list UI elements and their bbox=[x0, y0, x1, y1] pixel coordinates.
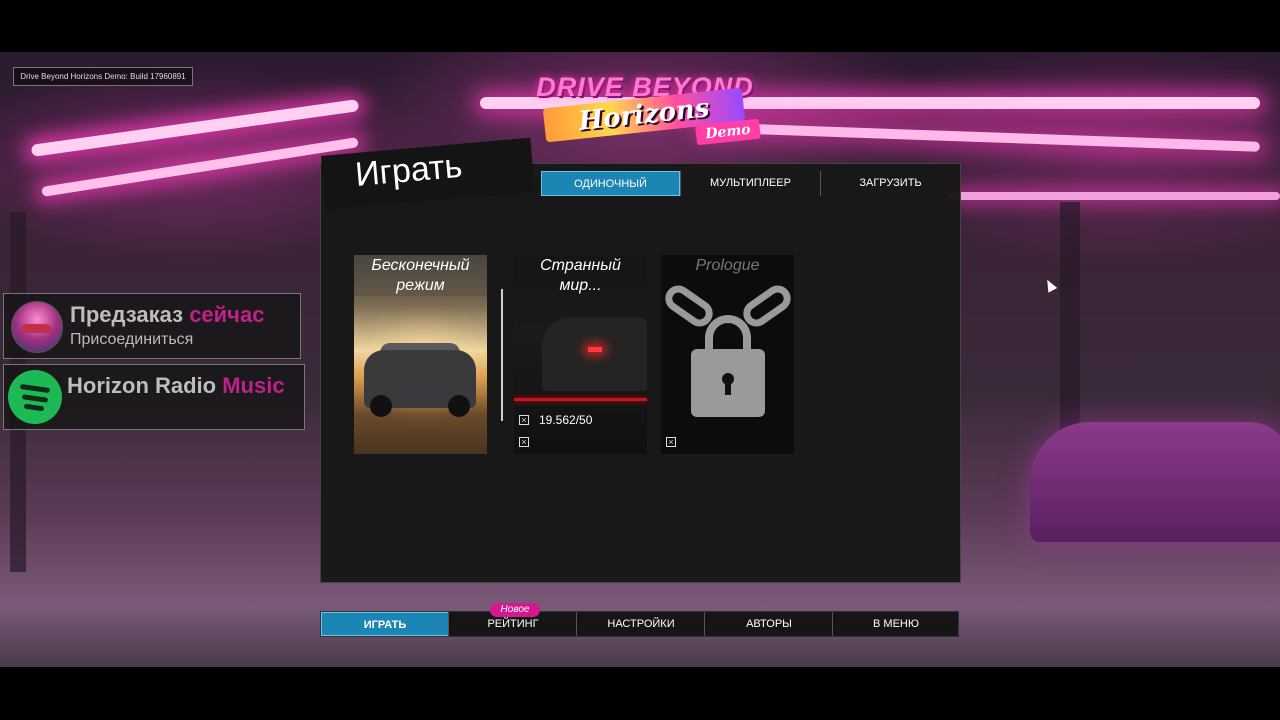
card-label: Бесконечный режим bbox=[354, 255, 487, 296]
close-box-icon: × bbox=[519, 415, 529, 425]
spotify-icon bbox=[8, 370, 62, 424]
menu-main-menu[interactable]: В МЕНЮ bbox=[832, 612, 960, 636]
tab-load[interactable]: ЗАГРУЗИТЬ bbox=[821, 171, 960, 196]
radio-title: Horizon Radio Music bbox=[67, 373, 285, 398]
mode-card-strange-world[interactable]: Странный мир... × 19.562/50 × bbox=[514, 255, 647, 454]
radio-promo[interactable]: Horizon Radio Music bbox=[3, 364, 305, 430]
mode-card-endless[interactable]: Бесконечный режим bbox=[354, 255, 487, 454]
card-divider bbox=[501, 289, 503, 421]
tab-multiplayer[interactable]: МУЛЬТИПЛЕЕР bbox=[681, 171, 820, 196]
menu-play[interactable]: ИГРАТЬ bbox=[321, 612, 449, 636]
preorder-subtitle: Присоединиться bbox=[70, 331, 194, 348]
letterbox-bottom bbox=[0, 667, 1280, 720]
close-box-icon: × bbox=[519, 437, 529, 447]
menu-settings[interactable]: НАСТРОЙКИ bbox=[577, 612, 705, 636]
car-icon bbox=[22, 324, 52, 333]
car-image bbox=[542, 317, 647, 391]
card-progress: 19.562/50 bbox=[539, 413, 593, 427]
close-box-icon: × bbox=[666, 437, 676, 447]
neon-light bbox=[950, 192, 1280, 200]
menu-credits[interactable]: АВТОРЫ bbox=[705, 612, 833, 636]
build-label: Drive Beyond Horizons Demo: Build 179608… bbox=[13, 67, 193, 86]
tab-singleplayer[interactable]: ОДИНОЧНЫЙ bbox=[541, 171, 680, 196]
main-menu-bar: ИГРАТЬ РЕЙТИНГ НАСТРОЙКИ АВТОРЫ В МЕНЮ bbox=[320, 611, 959, 637]
play-panel: Играть ОДИНОЧНЫЙ МУЛЬТИПЛЕЕР ЗАГРУЗИТЬ Б… bbox=[320, 137, 961, 583]
background-car bbox=[1030, 422, 1280, 542]
game-logo: DRIVE BEYOND Horizons Demo bbox=[500, 70, 790, 150]
preorder-promo[interactable]: Предзаказ сейчас Присоединиться bbox=[3, 293, 301, 359]
card-label: Prologue bbox=[695, 257, 760, 274]
letterbox-top bbox=[0, 0, 1280, 52]
preorder-title: Предзаказ сейчас bbox=[70, 302, 265, 327]
mode-card-prologue[interactable]: Prologue × bbox=[661, 255, 794, 454]
card-label: Странный мир... bbox=[540, 257, 621, 294]
new-badge: Новое bbox=[490, 603, 540, 617]
taillight bbox=[588, 347, 602, 352]
preorder-avatar-icon bbox=[11, 301, 63, 353]
